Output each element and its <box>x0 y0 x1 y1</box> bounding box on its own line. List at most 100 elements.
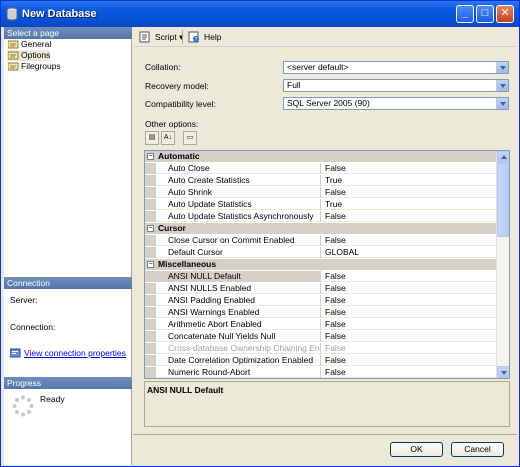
property-value[interactable]: False <box>322 235 346 246</box>
property-value[interactable]: False <box>322 187 346 198</box>
page-options[interactable]: Options <box>7 50 51 61</box>
scroll-down-icon[interactable] <box>497 366 509 378</box>
category-miscellaneous[interactable]: − Miscellaneous <box>145 259 497 270</box>
property-name: Auto Update Statistics Asynchronously <box>145 211 321 222</box>
property-value[interactable]: False <box>322 331 346 342</box>
categorized-sort-icon[interactable]: ▤ <box>145 131 159 145</box>
page-filegroups[interactable]: Filegroups <box>7 61 61 72</box>
compatibility-level-dropdown-icon[interactable] <box>496 98 508 109</box>
property-value[interactable]: False <box>322 367 346 378</box>
property-row[interactable]: ANSI Padding Enabled False <box>145 295 497 306</box>
left-pane: Select a page General Options Filegroups… <box>4 27 132 465</box>
collapse-icon[interactable]: − <box>147 153 154 160</box>
script-button[interactable]: Script ▾ <box>139 30 183 44</box>
page-options-label: Options <box>21 50 51 60</box>
property-value[interactable]: False <box>322 319 346 330</box>
property-value[interactable]: True <box>322 199 342 210</box>
description-title: ANSI NULL Default <box>147 385 224 395</box>
connection-label: Connection: <box>10 322 56 332</box>
property-value[interactable]: False <box>322 283 346 294</box>
property-value[interactable]: False <box>322 163 346 174</box>
property-row[interactable]: Default Cursor GLOBAL <box>145 247 497 258</box>
compatibility-level-value: SQL Server 2005 (90) <box>287 98 370 108</box>
property-value[interactable]: False <box>322 211 346 222</box>
ok-button[interactable]: OK <box>390 442 443 457</box>
page-icon <box>8 62 19 71</box>
toolbar-separator <box>182 30 183 44</box>
recovery-model-combo[interactable]: Full <box>283 79 509 92</box>
property-row[interactable]: ANSI NULLS Enabled False <box>145 283 497 294</box>
property-row[interactable]: Arithmetic Abort Enabled False <box>145 319 497 330</box>
property-row[interactable]: Numeric Round-Abort False <box>145 367 497 378</box>
property-name: Arithmetic Abort Enabled <box>145 319 321 330</box>
property-row[interactable]: Auto Shrink False <box>145 187 497 198</box>
new-database-dialog: New Database _ □ ✕ Select a page General… <box>0 0 520 467</box>
property-name: ANSI NULLS Enabled <box>145 283 321 294</box>
property-value[interactable]: False <box>322 355 346 366</box>
property-name: Cross-database Ownership Chaining Enable… <box>145 343 321 354</box>
progress-spinner-icon <box>12 395 34 417</box>
compatibility-level-combo[interactable]: SQL Server 2005 (90) <box>283 97 509 110</box>
toolbar: Script ▾ ? Help <box>133 27 517 47</box>
property-value[interactable]: GLOBAL <box>322 247 359 258</box>
page-icon <box>8 51 19 60</box>
property-row-selected[interactable]: ANSI NULL Default False <box>145 271 497 282</box>
property-row[interactable]: Auto Create Statistics True <box>145 175 497 186</box>
property-row[interactable]: Auto Close False <box>145 163 497 174</box>
view-connection-properties-link[interactable]: View connection properties <box>10 348 126 358</box>
collapse-icon[interactable]: − <box>147 261 154 268</box>
property-name: ANSI NULL Default <box>145 271 321 282</box>
script-icon <box>139 31 150 43</box>
alphabetical-sort-icon[interactable]: A↓ <box>161 131 175 145</box>
recovery-model-value: Full <box>287 80 301 90</box>
property-name: Auto Update Statistics <box>145 199 321 210</box>
category-label: Cursor <box>158 223 186 233</box>
property-name: Close Cursor on Commit Enabled <box>145 235 321 246</box>
collation-label: Collation: <box>145 62 181 72</box>
property-name: Auto Shrink <box>145 187 321 198</box>
page-general-label: General <box>21 39 52 49</box>
category-cursor[interactable]: − Cursor <box>145 223 497 234</box>
title-bar[interactable]: New Database _ □ ✕ <box>1 1 519 27</box>
property-name: Date Correlation Optimization Enabled <box>145 355 321 366</box>
recovery-model-dropdown-icon[interactable] <box>496 80 508 91</box>
maximize-button[interactable]: □ <box>476 5 494 23</box>
help-button[interactable]: ? Help <box>188 30 221 44</box>
property-value[interactable]: False <box>322 271 346 282</box>
property-name: Auto Close <box>145 163 321 174</box>
collation-combo[interactable]: <server default> <box>283 61 509 74</box>
cancel-button[interactable]: Cancel <box>451 442 504 457</box>
script-label: Script <box>155 32 177 42</box>
progress-status: Ready <box>40 394 65 404</box>
help-icon: ? <box>188 31 199 43</box>
property-row[interactable]: Concatenate Null Yields Null False <box>145 331 497 342</box>
property-pages-icon[interactable]: ▭ <box>183 131 197 145</box>
property-row[interactable]: ANSI Warnings Enabled False <box>145 307 497 318</box>
property-value[interactable]: False <box>322 295 346 306</box>
category-label: Miscellaneous <box>158 259 217 269</box>
other-options-label: Other options: <box>145 119 199 129</box>
scroll-thumb[interactable] <box>497 163 509 237</box>
view-connection-properties-text[interactable]: View connection properties <box>24 348 126 358</box>
category-automatic[interactable]: − Automatic <box>145 151 497 162</box>
collation-value: <server default> <box>287 62 349 72</box>
property-row[interactable]: Auto Update Statistics Asynchronously Fal… <box>145 211 497 222</box>
grid-scrollbar[interactable] <box>496 151 509 378</box>
collapse-icon[interactable]: − <box>147 225 154 232</box>
property-name: Numeric Round-Abort <box>145 367 321 378</box>
property-row[interactable]: Auto Update Statistics True <box>145 199 497 210</box>
property-grid[interactable]: − Automatic Auto Close False Auto Create S… <box>144 150 510 379</box>
property-row[interactable]: Date Correlation Optimization Enabled Fal… <box>145 355 497 366</box>
scroll-up-icon[interactable] <box>497 151 509 163</box>
property-value[interactable]: True <box>322 175 342 186</box>
property-name: Concatenate Null Yields Null <box>145 331 321 342</box>
compatibility-level-label: Compatibility level: <box>145 99 216 109</box>
database-icon <box>6 7 18 21</box>
collation-dropdown-icon[interactable] <box>496 62 508 73</box>
close-button[interactable]: ✕ <box>496 5 514 23</box>
recovery-model-label: Recovery model: <box>145 81 209 91</box>
property-row[interactable]: Close Cursor on Commit Enabled False <box>145 235 497 246</box>
minimize-button[interactable]: _ <box>456 5 474 23</box>
property-value[interactable]: False <box>322 307 346 318</box>
page-general[interactable]: General <box>7 39 51 50</box>
